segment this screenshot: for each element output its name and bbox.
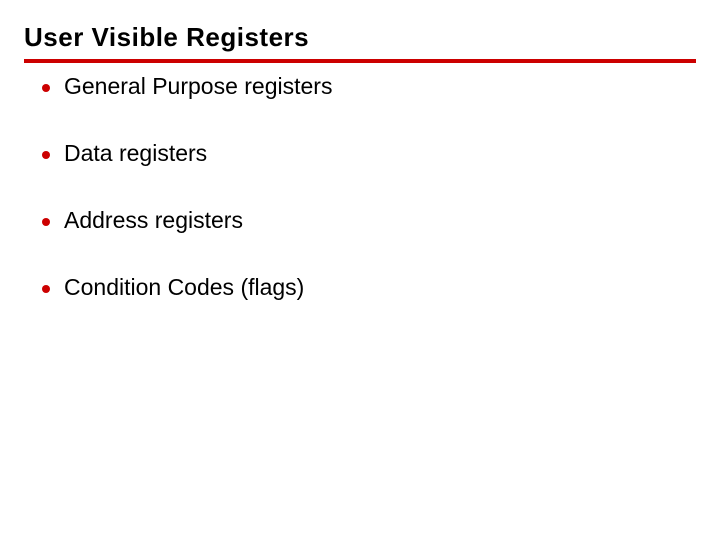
- bullet-icon: [42, 151, 50, 159]
- slide-title: User Visible Registers: [24, 22, 696, 59]
- bullet-icon: [42, 218, 50, 226]
- bullet-list: General Purpose registers Data registers…: [24, 73, 696, 301]
- bullet-icon: [42, 285, 50, 293]
- list-item-label: Address registers: [64, 207, 243, 234]
- list-item-label: Condition Codes (flags): [64, 274, 304, 301]
- list-item-label: General Purpose registers: [64, 73, 332, 100]
- title-underline: [24, 59, 696, 63]
- list-item: Data registers: [42, 140, 696, 167]
- list-item: Address registers: [42, 207, 696, 234]
- list-item-label: Data registers: [64, 140, 207, 167]
- list-item: General Purpose registers: [42, 73, 696, 100]
- bullet-icon: [42, 84, 50, 92]
- list-item: Condition Codes (flags): [42, 274, 696, 301]
